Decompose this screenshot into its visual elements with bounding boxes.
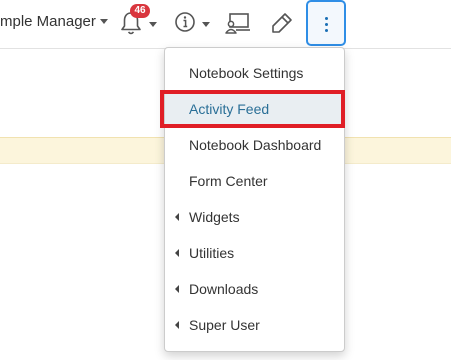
menu-item-notebook-dashboard[interactable]: Notebook Dashboard	[165, 127, 344, 163]
user-menu-label: mple Manager	[0, 13, 96, 30]
user-menu-toggle[interactable]: mple Manager	[0, 12, 108, 32]
kebab-icon	[325, 17, 328, 35]
menu-item-label: Super User	[189, 317, 260, 333]
menu-item-notebook-settings[interactable]: Notebook Settings	[165, 55, 344, 91]
notifications-button[interactable]: 46	[118, 4, 160, 40]
chevron-down-icon	[202, 22, 210, 27]
menu-item-label: Utilities	[189, 245, 235, 261]
edit-button[interactable]	[266, 6, 298, 40]
caret-left-icon	[175, 321, 179, 329]
menu-item-label: Form Center	[189, 173, 268, 189]
menu-item-activity-feed[interactable]: Activity Feed	[165, 91, 344, 127]
menu-item-widgets[interactable]: Widgets	[165, 199, 344, 235]
help-button[interactable]	[172, 6, 214, 40]
more-options-dropdown: Notebook Settings Activity Feed Notebook…	[164, 47, 345, 352]
caret-left-icon	[175, 249, 179, 257]
pencil-icon	[272, 13, 292, 33]
menu-item-utilities[interactable]: Utilities	[165, 235, 344, 271]
screen-share-icon	[225, 13, 250, 34]
more-options-button[interactable]	[306, 0, 346, 46]
info-icon	[175, 12, 195, 32]
menu-item-label: Notebook Settings	[189, 65, 304, 81]
menu-item-label: Notebook Dashboard	[189, 137, 322, 153]
menu-item-label: Activity Feed	[189, 101, 270, 117]
menu-item-label: Downloads	[189, 281, 259, 297]
menu-item-form-center[interactable]: Form Center	[165, 163, 344, 199]
presentation-button[interactable]	[222, 6, 254, 40]
page: mple Manager 46 Notebook Settings Activi…	[0, 0, 451, 360]
chevron-down-icon	[99, 18, 108, 24]
menu-item-super-user[interactable]: Super User	[165, 307, 344, 343]
notification-count-badge: 46	[130, 4, 150, 18]
caret-left-icon	[175, 285, 179, 293]
top-navbar: mple Manager 46	[0, 0, 451, 49]
chevron-down-icon	[149, 22, 157, 27]
caret-left-icon	[175, 213, 179, 221]
menu-item-downloads[interactable]: Downloads	[165, 271, 344, 307]
menu-item-label: Widgets	[189, 209, 240, 225]
